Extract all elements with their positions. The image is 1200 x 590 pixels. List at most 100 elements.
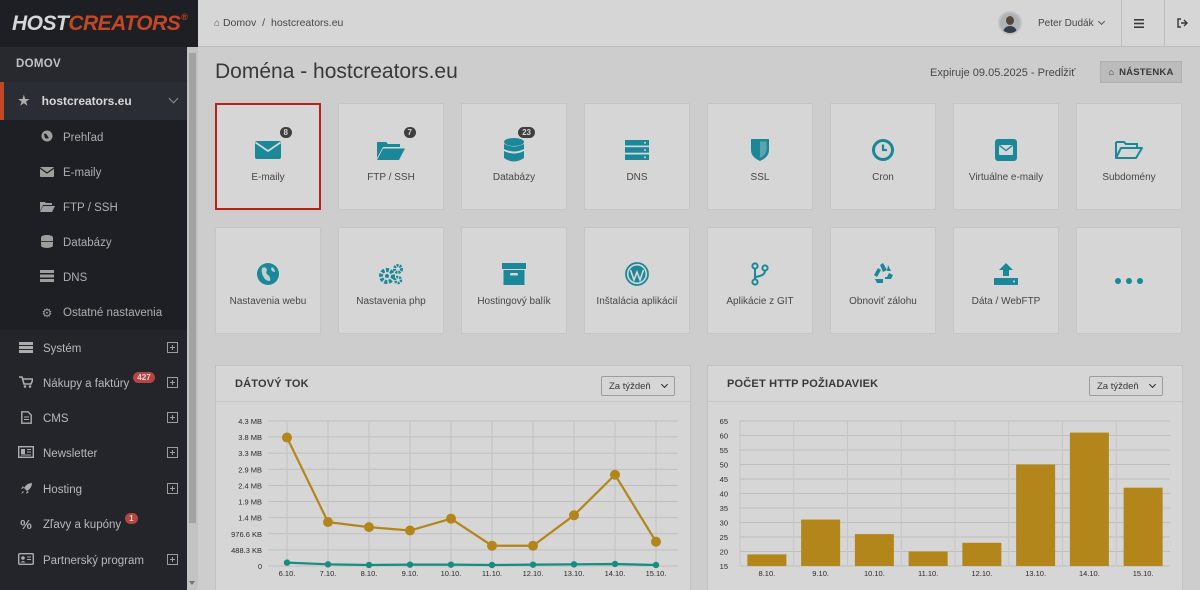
panel-http-requests: POČET HTTP POŽIADAVIEK Za týždeň 15 20 25 3… — [707, 365, 1183, 590]
data-point — [446, 513, 456, 524]
tile-label: FTP / SSH — [367, 171, 415, 183]
expand-plus-icon[interactable] — [167, 412, 178, 423]
tile-label: Inštalácia aplikácií — [596, 295, 678, 307]
tile-app-install[interactable]: Inštalácia aplikácií — [584, 227, 690, 334]
sidebar-sub-emaily[interactable]: E-maily — [0, 155, 187, 190]
orders-count-badge: 427 — [133, 372, 155, 383]
tile-databases[interactable]: 23 Databázy — [461, 103, 567, 210]
requests-period-select[interactable]: Za týždeň — [1089, 376, 1163, 396]
recycle-icon — [871, 259, 895, 289]
expiry-text[interactable]: Expiruje 09.05.2025 - Predĺžiť — [930, 67, 1075, 79]
tile-label: Aplikácie z GIT — [726, 295, 794, 307]
envelope-icon — [39, 166, 55, 180]
expand-plus-icon[interactable] — [167, 447, 178, 458]
tile-label: E-maily — [251, 171, 285, 183]
sidebar-item-hosting[interactable]: Hosting — [0, 472, 187, 507]
bar — [747, 554, 787, 566]
data-point — [570, 561, 578, 568]
sidebar-sub-label: E-maily — [63, 166, 102, 179]
tile-virtual-emails[interactable]: Virtuálne e-maily — [953, 103, 1059, 210]
data-point — [405, 525, 415, 536]
sidebar-sub-databazy[interactable]: Databázy — [0, 225, 187, 260]
tile-data-webftp[interactable]: Dáta / WebFTP — [953, 227, 1059, 334]
x-tick-label: 11.10. — [482, 569, 502, 578]
x-tick-label: 15.10. — [646, 569, 667, 578]
dashboard-button[interactable]: ⌂ NÁSTENKA — [1100, 61, 1182, 83]
sidebar-domain-label: hostcreators.eu — [41, 94, 132, 108]
bar — [908, 551, 948, 566]
sidebar-item-system[interactable]: Systém — [0, 331, 187, 366]
page-title: Doména - hostcreators.eu — [215, 60, 458, 83]
tile-git-apps[interactable]: Aplikácie z GIT — [707, 227, 813, 334]
expand-plus-icon[interactable] — [167, 554, 178, 565]
tile-more[interactable] — [1076, 227, 1182, 334]
hamburger-menu-button[interactable] — [1121, 0, 1156, 46]
expand-plus-icon[interactable] — [167, 377, 178, 388]
db-count-badge: 23 — [517, 125, 536, 139]
logout-button[interactable] — [1164, 0, 1199, 46]
newspaper-icon — [17, 445, 35, 461]
sidebar-item-domain[interactable]: ★ hostcreators.eu — [0, 82, 187, 120]
sidebar-item-label: CMS — [43, 412, 69, 425]
sidebar-item-label: Systém — [43, 342, 82, 355]
sidebar-sub-ostatne[interactable]: ⚙ Ostatné nastavenia — [0, 295, 187, 330]
dashboard-button-label: NÁSTENKA — [1119, 66, 1174, 78]
sidebar-item-label: Partnerský program — [43, 554, 144, 567]
tile-ssl[interactable]: SSL — [707, 103, 813, 210]
tile-php-settings[interactable]: Nastavenia php — [338, 227, 444, 334]
sidebar-item-nakupy[interactable]: Nákupy a faktúry 427 — [0, 366, 187, 401]
scroll-down-arrow[interactable] — [187, 578, 198, 590]
y-tick-label: 3.8 MB — [238, 433, 262, 442]
sidebar-item-partner[interactable]: Partnerský program — [0, 543, 187, 578]
traffic-period-select[interactable]: Za týždeň — [601, 376, 675, 396]
tile-cron[interactable]: Cron — [830, 103, 936, 210]
sidebar-sub-label: Databázy — [63, 236, 112, 249]
tile-subdomains[interactable]: Subdomény — [1076, 103, 1182, 210]
sidebar-scrollbar-thumb[interactable] — [189, 53, 196, 523]
x-tick-label: 13.10. — [564, 569, 585, 578]
logo[interactable]: HOST CREATORS ® — [0, 0, 198, 47]
tile-label: Obnoviť zálohu — [849, 295, 917, 307]
sidebar-item-zlavy[interactable]: % Zľavy a kupóny 1 — [0, 507, 187, 542]
panel-title: DÁTOVÝ TOK — [235, 378, 309, 390]
data-point — [651, 536, 661, 547]
tile-ftp-ssh[interactable]: 7 FTP / SSH — [338, 103, 444, 210]
breadcrumb-separator: / — [262, 17, 266, 29]
rocket-icon — [18, 482, 34, 498]
gear-icon: ⚙ — [41, 305, 53, 320]
chevron-down-icon[interactable] — [1097, 17, 1105, 25]
tile-restore-backup[interactable]: Obnoviť zálohu — [830, 227, 936, 334]
y-tick-label: 2.9 MB — [238, 465, 262, 474]
logo-main-text: HOST — [12, 11, 69, 35]
bar — [801, 519, 841, 566]
avatar[interactable] — [998, 11, 1022, 35]
breadcrumb: ⌂ Domov / hostcreators.eu — [214, 17, 343, 29]
data-point — [283, 559, 291, 566]
y-tick-label: 25 — [720, 533, 728, 542]
tile-label: Virtuálne e-maily — [968, 171, 1044, 183]
user-name[interactable]: Peter Dudák — [1038, 18, 1094, 29]
sidebar-sub-prehlad[interactable]: Prehľad — [0, 120, 187, 155]
sidebar: HOST CREATORS ® DOMOV ★ hostcreators.eu Pr… — [0, 0, 198, 590]
user-menu[interactable]: Peter Dudák — [998, 11, 1105, 35]
tile-hosting-package[interactable]: Hostingový balík — [461, 227, 567, 334]
expand-plus-icon[interactable] — [167, 342, 178, 353]
bar — [1069, 432, 1109, 566]
breadcrumb-home[interactable]: Domov — [223, 17, 256, 29]
main-content: Doména - hostcreators.eu Expiruje 09.05.… — [198, 47, 1200, 590]
data-point — [610, 469, 620, 480]
sidebar-sub-dns[interactable]: DNS — [0, 260, 187, 295]
tile-dns[interactable]: DNS — [584, 103, 690, 210]
expand-plus-icon[interactable] — [167, 483, 178, 494]
y-tick-label: 976.6 KB — [231, 530, 262, 539]
sidebar-scrollbar[interactable] — [187, 47, 198, 590]
sidebar-sub-ftp[interactable]: FTP / SSH — [0, 190, 187, 225]
tile-web-settings[interactable]: Nastavenia webu — [215, 227, 321, 334]
y-tick-label: 60 — [720, 432, 728, 441]
data-point — [323, 517, 333, 528]
tile-emails[interactable]: 8 E-maily — [215, 103, 321, 210]
sidebar-item-cms[interactable]: CMS — [0, 401, 187, 436]
sidebar-item-newsletter[interactable]: Newsletter — [0, 436, 187, 471]
chevron-down-icon[interactable] — [168, 93, 179, 104]
archive-box-icon — [502, 259, 526, 289]
